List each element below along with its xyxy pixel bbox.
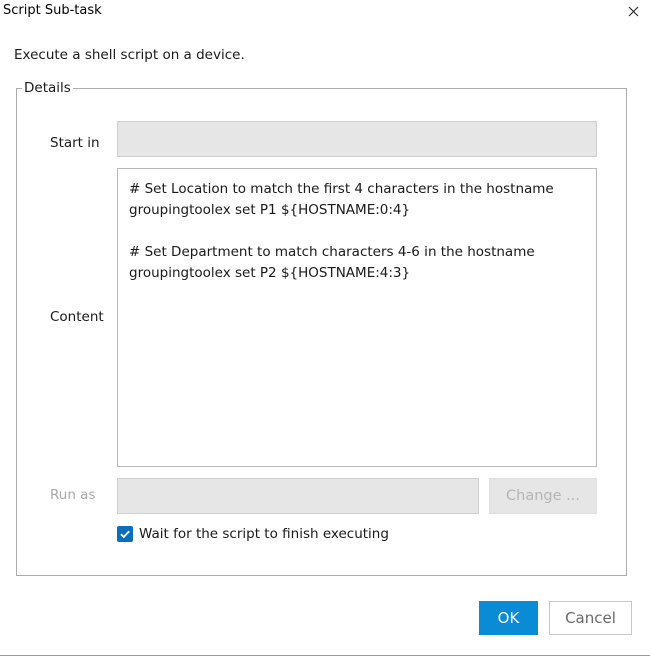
details-group: Details Start in Content # Set Location … [16, 79, 627, 576]
close-icon [628, 2, 639, 21]
ok-button[interactable]: OK [479, 601, 538, 635]
start-in-field [117, 121, 597, 157]
change-button: Change ... [489, 478, 597, 514]
close-button[interactable] [621, 0, 645, 22]
start-in-label: Start in [50, 135, 100, 151]
cancel-button[interactable]: Cancel [549, 601, 632, 635]
run-as-field [117, 478, 479, 514]
wait-checkbox-row[interactable]: Wait for the script to finish executing [117, 526, 389, 542]
content-label: Content [50, 309, 104, 325]
script-content-textarea[interactable]: # Set Location to match the first 4 char… [117, 168, 597, 467]
checkmark-icon [119, 525, 131, 544]
wait-checkbox[interactable] [117, 526, 133, 542]
dialog-title: Script Sub-task [3, 3, 102, 18]
run-as-label: Run as [50, 487, 96, 503]
script-subtask-dialog: Script Sub-task Execute a shell script o… [0, 0, 650, 656]
dialog-description: Execute a shell script on a device. [14, 47, 245, 63]
wait-checkbox-label: Wait for the script to finish executing [139, 526, 389, 542]
details-legend: Details [22, 79, 73, 97]
